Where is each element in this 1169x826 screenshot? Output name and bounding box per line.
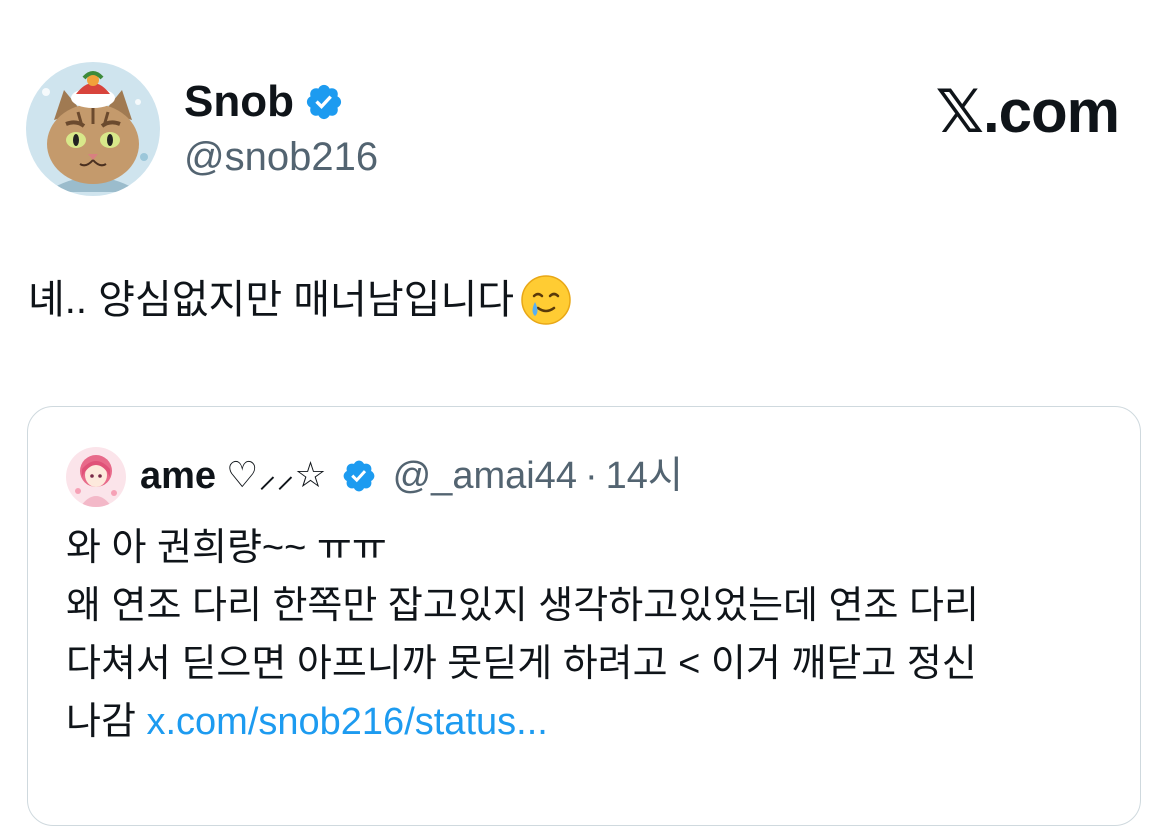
quote-line: 다쳐서 딛으면 아프니까 못딛게 하려고 < 이거 깨닫고 정신 <box>66 643 977 685</box>
verified-badge-icon <box>306 84 342 120</box>
verified-badge-icon <box>343 460 374 492</box>
quote-status-link[interactable]: x.com/snob216/status... <box>146 701 547 743</box>
quote-last-line: 나감 x.com/snob216/status... <box>66 693 1100 751</box>
author-handle[interactable]: @snob216 <box>184 133 378 181</box>
quote-handle[interactable]: @_amai44 <box>393 451 577 501</box>
quote-name-decoration: ♡⸝⸝☆ <box>226 455 327 496</box>
anime-girl-avatar-icon <box>66 447 126 507</box>
quote-display-name[interactable]: ame <box>140 451 216 501</box>
quote-line: 와 아 권희량~~ ㅠㅠ <box>66 527 387 569</box>
tweet-text: 녜.. 양심없지만 매너남입니다 <box>28 272 574 328</box>
quote-last-line-text: 나감 <box>66 701 136 743</box>
author-avatar[interactable] <box>26 62 160 196</box>
cat-avatar-icon <box>26 62 160 196</box>
quote-separator: · <box>584 455 598 497</box>
quote-line: 왜 연조 다리 한쪽만 잡고있지 생각하고있었는데 연조 다리 <box>66 585 979 627</box>
x-brand-logo: 𝕏.com <box>935 78 1120 145</box>
author-name-row[interactable]: Snob <box>184 76 344 128</box>
smiling-face-with-tear-icon <box>521 275 571 325</box>
quote-header: ame ♡⸝⸝☆ @_amai44 · 14시 <box>140 451 683 501</box>
tweet-body: 녜.. 양심없지만 매너남입니다 <box>28 278 515 322</box>
quote-timestamp[interactable]: 14시 <box>606 451 683 501</box>
author-display-name[interactable]: Snob <box>184 76 294 128</box>
quoted-tweet-card[interactable]: ame ♡⸝⸝☆ @_amai44 · 14시 와 아 권희량~~ ㅠㅠ 왜 연… <box>27 406 1141 826</box>
quote-avatar[interactable] <box>66 447 126 507</box>
quote-body: 와 아 권희량~~ ㅠㅠ 왜 연조 다리 한쪽만 잡고있지 생각하고있었는데 연… <box>66 519 1100 751</box>
